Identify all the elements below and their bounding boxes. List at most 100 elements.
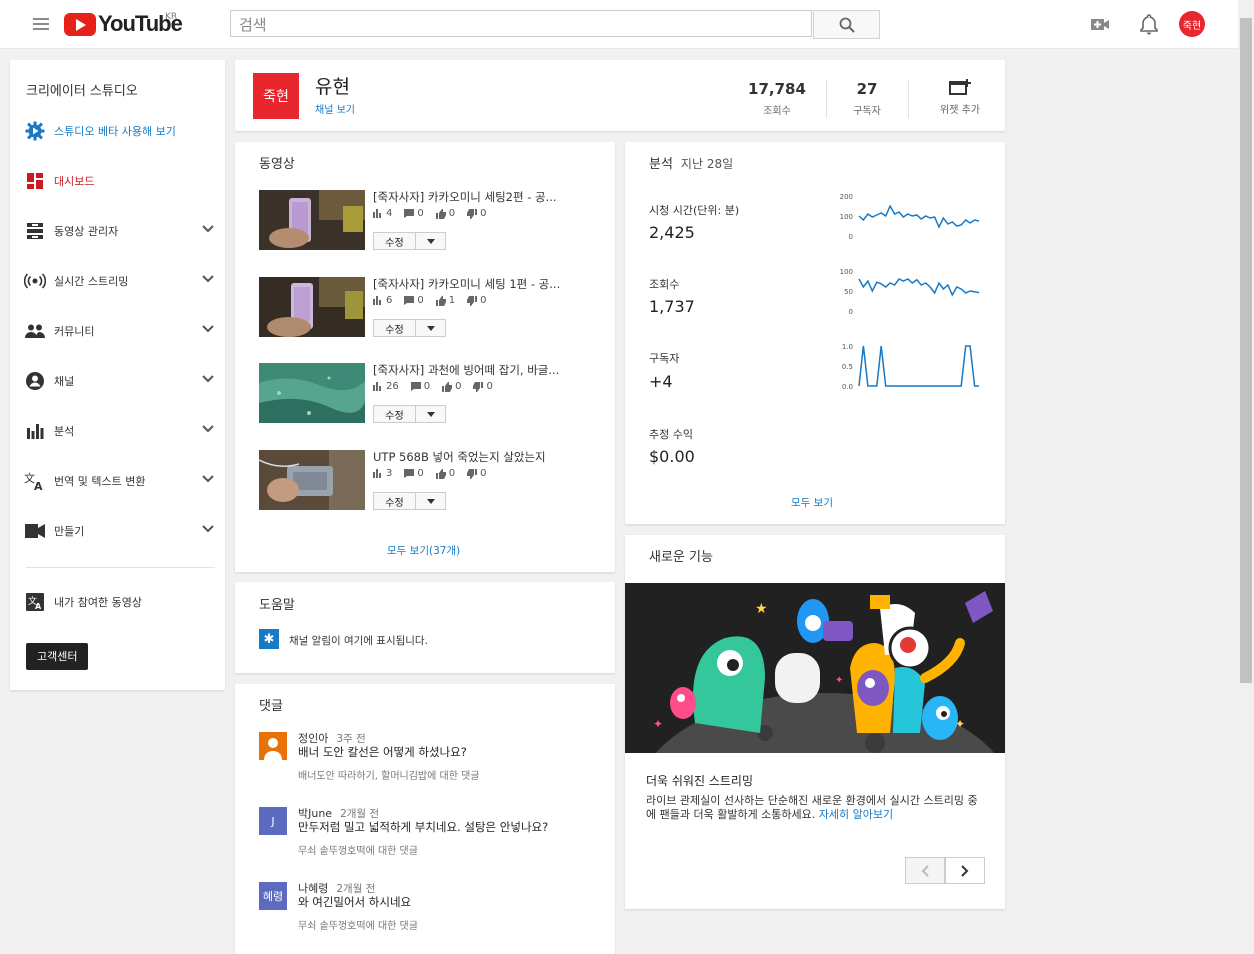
- video-views: 3: [386, 468, 393, 479]
- avatar[interactable]: J: [259, 807, 287, 835]
- analytics-title-text: 분석: [649, 157, 673, 172]
- video-likes: 0: [455, 381, 462, 392]
- help-center-button[interactable]: 고객센터: [26, 643, 89, 670]
- sidebar-item-translations[interactable]: 文A 번역 및 텍스트 변환: [24, 466, 214, 496]
- subscribers-stat: 27 구독자: [837, 80, 897, 117]
- sidebar-item-channel[interactable]: 채널: [24, 366, 214, 396]
- video-title-link[interactable]: UTP 568B 넣어 죽었는지 살았는지: [373, 449, 583, 465]
- comment-icon: [404, 296, 415, 305]
- video-thumbnail[interactable]: [259, 190, 365, 250]
- edit-dropdown-button[interactable]: [416, 492, 446, 510]
- videos-title: 동영상: [259, 157, 295, 172]
- edit-button[interactable]: 수정: [373, 319, 416, 337]
- sidebar-item-label: 채널: [54, 375, 75, 388]
- stat-divider: [908, 80, 909, 118]
- live-icon: [24, 270, 46, 292]
- video-comments: 0: [417, 295, 424, 306]
- video-dislikes: 0: [480, 208, 487, 219]
- chevron-down-icon: [202, 225, 214, 233]
- edit-button[interactable]: 수정: [373, 492, 416, 510]
- sidebar-item-dashboard[interactable]: 대시보드: [24, 166, 214, 196]
- search-input[interactable]: 검색: [230, 10, 812, 37]
- view-channel-link[interactable]: 채널 보기: [315, 101, 355, 116]
- svg-text:✦: ✦: [955, 717, 965, 731]
- comment-icon: [410, 382, 421, 391]
- video-thumbnail[interactable]: [259, 363, 365, 423]
- default-avatar-icon: [264, 738, 282, 760]
- search-button[interactable]: [813, 10, 880, 39]
- next-feature-button[interactable]: [945, 857, 985, 884]
- video-dislikes: 0: [480, 295, 487, 306]
- sidebar-item-live-streaming[interactable]: 실시간 스트리밍: [24, 266, 214, 296]
- views-label: 조회수: [763, 106, 791, 117]
- notification-bell-icon[interactable]: [1137, 12, 1161, 36]
- menu-icon[interactable]: [33, 18, 49, 30]
- revenue-label: 추정 수익: [649, 428, 693, 441]
- sidebar-item-label: 대시보드: [54, 175, 95, 188]
- sidebar-item-create[interactable]: 만들기: [24, 516, 214, 546]
- video-manager-icon: [24, 220, 46, 242]
- chevron-down-icon: [202, 525, 214, 533]
- see-all-videos-link[interactable]: 모두 보기(37개): [387, 543, 460, 558]
- add-widget-icon: [949, 79, 971, 95]
- avatar[interactable]: 혜령: [259, 882, 287, 910]
- video-likes: 0: [448, 468, 456, 479]
- thumbs-down-icon: [467, 295, 478, 306]
- video-thumbnail[interactable]: [259, 450, 365, 510]
- new-features-card: 새로운 기능 ★ ✦ ✦ ✦ 더욱 쉬워진 스트리밍 라이브 관제실이 선사하는…: [625, 535, 1005, 909]
- channel-icon: [24, 370, 46, 392]
- sidebar-item-studio-beta[interactable]: 스튜디오 베타 사용해 보기: [24, 116, 214, 146]
- search-icon: [839, 17, 855, 33]
- sparkline-tick-label: 0: [849, 308, 853, 316]
- edit-button[interactable]: 수정: [373, 232, 416, 250]
- video-title-link[interactable]: [죽자사자] 카카오미니 세팅2편 - 공...: [373, 189, 583, 205]
- analytics-title: 분석 지난 28일: [649, 153, 733, 172]
- sidebar-divider: [26, 567, 215, 568]
- chevron-down-icon: [202, 325, 214, 333]
- sparkline-tick-label: 100: [840, 213, 853, 221]
- youtube-play-icon: [64, 12, 96, 36]
- comment-video-ref[interactable]: 무쇠 솥뚜껑호떡에 대한 댓글: [298, 842, 418, 857]
- edit-button[interactable]: 수정: [373, 405, 416, 423]
- svg-text:✦: ✦: [835, 675, 843, 686]
- video-stats: 3 0 0 0: [373, 468, 487, 479]
- avatar[interactable]: [259, 732, 287, 760]
- feature-text: 라이브 관제실이 선사하는 단순해진 새로운 환경에서 실시간 스트리밍 중에 …: [646, 794, 978, 821]
- thumbs-up-icon: [435, 295, 446, 306]
- scrollbar-thumb[interactable]: [1240, 18, 1252, 683]
- channel-header: 죽현 유현 채널 보기 17,784 조회수 27 구독자 위젯 추가: [235, 60, 1005, 131]
- previous-feature-button[interactable]: [905, 857, 945, 884]
- thumbs-up-icon: [442, 381, 453, 392]
- channel-avatar[interactable]: 죽현: [253, 73, 299, 119]
- learn-more-link[interactable]: 자세히 알아보기: [819, 808, 893, 821]
- edit-dropdown-button[interactable]: [416, 405, 446, 423]
- chevron-down-icon: [202, 375, 214, 383]
- sidebar-item-analytics[interactable]: 분석: [24, 416, 214, 446]
- svg-text:A: A: [35, 602, 42, 611]
- comment-video-ref[interactable]: 배너도안 따라하기, 할머니김밥에 대한 댓글: [298, 767, 480, 782]
- sidebar-item-contributed-videos[interactable]: 文A 내가 참여한 동영상: [24, 587, 214, 617]
- edit-dropdown-button[interactable]: [416, 232, 446, 250]
- video-title-link[interactable]: [죽자사자] 과천에 빙어떼 잡기, 바글...: [373, 362, 583, 378]
- upload-video-icon[interactable]: [1088, 12, 1112, 36]
- sidebar-item-label: 만들기: [54, 525, 85, 538]
- see-all-analytics-link[interactable]: 모두 보기: [791, 495, 833, 510]
- list-item: UTP 568B 넣어 죽었는지 살았는지 3 0 0 0 수정: [259, 450, 599, 512]
- video-thumbnail[interactable]: [259, 277, 365, 337]
- translate-icon: 文A: [24, 470, 46, 492]
- dashboard-icon: [24, 170, 46, 192]
- views-bar-icon: [373, 382, 381, 391]
- comment-video-ref[interactable]: 무쇠 솥뚜껑호떡에 대한 댓글: [298, 917, 418, 932]
- chevron-down-icon: [202, 425, 214, 433]
- edit-dropdown-button[interactable]: [416, 319, 446, 337]
- sparkline-tick-label: 50: [844, 288, 853, 296]
- account-avatar[interactable]: 죽현: [1179, 11, 1205, 37]
- sidebar-item-video-manager[interactable]: 동영상 관리자: [24, 216, 214, 246]
- video-title-link[interactable]: [죽자사자] 카카오미니 세팅 1편 - 공...: [373, 276, 583, 292]
- add-widget-button[interactable]: 위젯 추가: [925, 77, 995, 116]
- sidebar-item-community[interactable]: 커뮤니티: [24, 316, 214, 346]
- stat-divider: [826, 80, 827, 118]
- video-likes: 0: [448, 208, 456, 219]
- sidebar-item-label: 분석: [54, 425, 75, 438]
- comment-icon: [404, 469, 415, 478]
